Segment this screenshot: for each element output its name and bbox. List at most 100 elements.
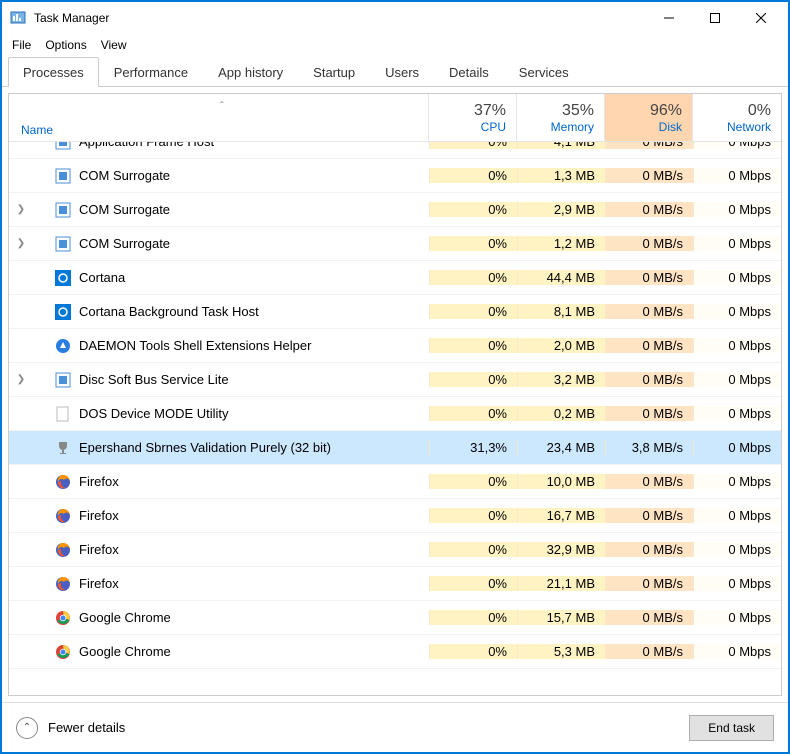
table-row[interactable]: Firefox0%21,1 MB0 MB/s0 Mbps: [9, 567, 781, 601]
table-row[interactable]: Firefox0%16,7 MB0 MB/s0 Mbps: [9, 499, 781, 533]
cell-disk: 0 MB/s: [605, 474, 693, 489]
column-header-network[interactable]: 0% Network: [693, 94, 781, 141]
cell-disk: 0 MB/s: [605, 270, 693, 285]
table-row[interactable]: Google Chrome0%15,7 MB0 MB/s0 Mbps: [9, 601, 781, 635]
cell-cpu: 31,3%: [429, 440, 517, 455]
minimize-button[interactable]: [646, 3, 692, 33]
process-name-label: Firefox: [79, 576, 119, 591]
menubar: File Options View: [2, 34, 788, 56]
chevron-up-icon: ⌃: [16, 717, 38, 739]
cell-disk: 3,8 MB/s: [605, 440, 693, 455]
cortana-icon: [55, 270, 71, 286]
table-row[interactable]: ❯COM Surrogate0%2,9 MB0 MB/s0 Mbps: [9, 193, 781, 227]
titlebar[interactable]: Task Manager: [2, 2, 788, 34]
process-name-label: Google Chrome: [79, 610, 171, 625]
cell-net: 0 Mbps: [693, 610, 781, 625]
fewer-details-button[interactable]: ⌃ Fewer details: [16, 717, 689, 739]
table-row[interactable]: DOS Device MODE Utility0%0,2 MB0 MB/s0 M…: [9, 397, 781, 431]
table-row[interactable]: ❯COM Surrogate0%1,2 MB0 MB/s0 Mbps: [9, 227, 781, 261]
process-name-label: Google Chrome: [79, 644, 171, 659]
task-manager-icon: [10, 10, 26, 26]
cell-cpu: 0%: [429, 338, 517, 353]
column-header-disk[interactable]: 96% Disk: [605, 94, 693, 141]
cell-mem: 3,2 MB: [517, 372, 605, 387]
cell-mem: 44,4 MB: [517, 270, 605, 285]
cell-cpu: 0%: [429, 406, 517, 421]
end-task-button[interactable]: End task: [689, 715, 774, 741]
close-button[interactable]: [738, 3, 784, 33]
process-list[interactable]: Application Frame Host0%4,1 MB0 MB/s0 Mb…: [9, 142, 781, 695]
daemon-icon: [55, 338, 71, 354]
process-name-label: Firefox: [79, 508, 119, 523]
trophy-icon: [55, 440, 71, 456]
cell-disk: 0 MB/s: [605, 576, 693, 591]
network-label: Network: [727, 120, 771, 134]
table-row[interactable]: Application Frame Host0%4,1 MB0 MB/s0 Mb…: [9, 142, 781, 159]
table-row[interactable]: COM Surrogate0%1,3 MB0 MB/s0 Mbps: [9, 159, 781, 193]
expander-icon[interactable]: ❯: [13, 204, 29, 215]
cell-mem: 2,9 MB: [517, 202, 605, 217]
cell-mem: 0,2 MB: [517, 406, 605, 421]
tab-services[interactable]: Services: [504, 57, 584, 87]
cpu-label: CPU: [481, 120, 506, 134]
cell-disk: 0 MB/s: [605, 236, 693, 251]
blank-icon: [55, 406, 71, 422]
tab-startup[interactable]: Startup: [298, 57, 370, 87]
cell-disk: 0 MB/s: [605, 372, 693, 387]
column-header-memory[interactable]: 35% Memory: [517, 94, 605, 141]
cell-cpu: 0%: [429, 168, 517, 183]
table-row[interactable]: DAEMON Tools Shell Extensions Helper0%2,…: [9, 329, 781, 363]
menu-view[interactable]: View: [101, 38, 127, 52]
table-row[interactable]: Google Chrome0%5,3 MB0 MB/s0 Mbps: [9, 635, 781, 669]
expander-icon[interactable]: ❯: [13, 374, 29, 385]
process-name-label: Epershand Sbrnes Validation Purely (32 b…: [79, 440, 331, 455]
tab-details[interactable]: Details: [434, 57, 504, 87]
tab-performance[interactable]: Performance: [99, 57, 203, 87]
column-header-name[interactable]: ⌃ Name: [9, 94, 429, 141]
menu-file[interactable]: File: [12, 38, 31, 52]
process-name-label: Firefox: [79, 542, 119, 557]
process-name-label: DAEMON Tools Shell Extensions Helper: [79, 338, 311, 353]
maximize-button[interactable]: [692, 3, 738, 33]
table-row[interactable]: Firefox0%10,0 MB0 MB/s0 Mbps: [9, 465, 781, 499]
process-name-label: COM Surrogate: [79, 202, 170, 217]
memory-label: Memory: [551, 120, 594, 134]
cell-cpu: 0%: [429, 372, 517, 387]
process-name-cell: Google Chrome: [9, 644, 429, 660]
cell-mem: 15,7 MB: [517, 610, 605, 625]
table-row[interactable]: ❯ Disc Soft Bus Service Lite 0%3,2 MB0 MB/…: [9, 363, 781, 397]
firefox-icon: [55, 576, 71, 592]
expander-icon[interactable]: ❯: [13, 238, 29, 249]
generic-blue-icon: [55, 372, 71, 388]
process-name-cell: ❯ COM Surrogate: [9, 202, 429, 218]
column-header-cpu[interactable]: 37% CPU: [429, 94, 517, 141]
cell-cpu: 0%: [429, 576, 517, 591]
tab-users[interactable]: Users: [370, 57, 434, 87]
cell-mem: 5,3 MB: [517, 644, 605, 659]
menu-options[interactable]: Options: [45, 38, 86, 52]
cortana-icon: [55, 304, 71, 320]
table-row[interactable]: Firefox0%32,9 MB0 MB/s0 Mbps: [9, 533, 781, 567]
task-manager-window: Task Manager File Options View Processes…: [0, 0, 790, 754]
cell-disk: 0 MB/s: [605, 338, 693, 353]
tab-processes[interactable]: Processes: [8, 57, 99, 87]
process-name-cell: Epershand Sbrnes Validation Purely (32 b…: [9, 440, 429, 456]
sort-indicator-icon: ⌃: [219, 100, 226, 109]
cell-disk: 0 MB/s: [605, 508, 693, 523]
process-table: ⌃ Name 37% CPU 35% Memory 96% Disk 0% Ne…: [8, 93, 782, 696]
cell-disk: 0 MB/s: [605, 610, 693, 625]
cell-mem: 32,9 MB: [517, 542, 605, 557]
cell-disk: 0 MB/s: [605, 142, 693, 149]
memory-percent: 35%: [562, 102, 594, 120]
tab-app-history[interactable]: App history: [203, 57, 298, 87]
cell-disk: 0 MB/s: [605, 542, 693, 557]
table-row[interactable]: Epershand Sbrnes Validation Purely (32 b…: [9, 431, 781, 465]
table-row[interactable]: Cortana Background Task Host0%8,1 MB0 MB…: [9, 295, 781, 329]
process-name-label: COM Surrogate: [79, 168, 170, 183]
process-name-label: Disc Soft Bus Service Lite: [79, 372, 229, 387]
chrome-icon: [55, 644, 71, 660]
cell-cpu: 0%: [429, 202, 517, 217]
process-name-label: Cortana Background Task Host: [79, 304, 259, 319]
table-row[interactable]: Cortana0%44,4 MB0 MB/s0 Mbps: [9, 261, 781, 295]
cell-cpu: 0%: [429, 236, 517, 251]
